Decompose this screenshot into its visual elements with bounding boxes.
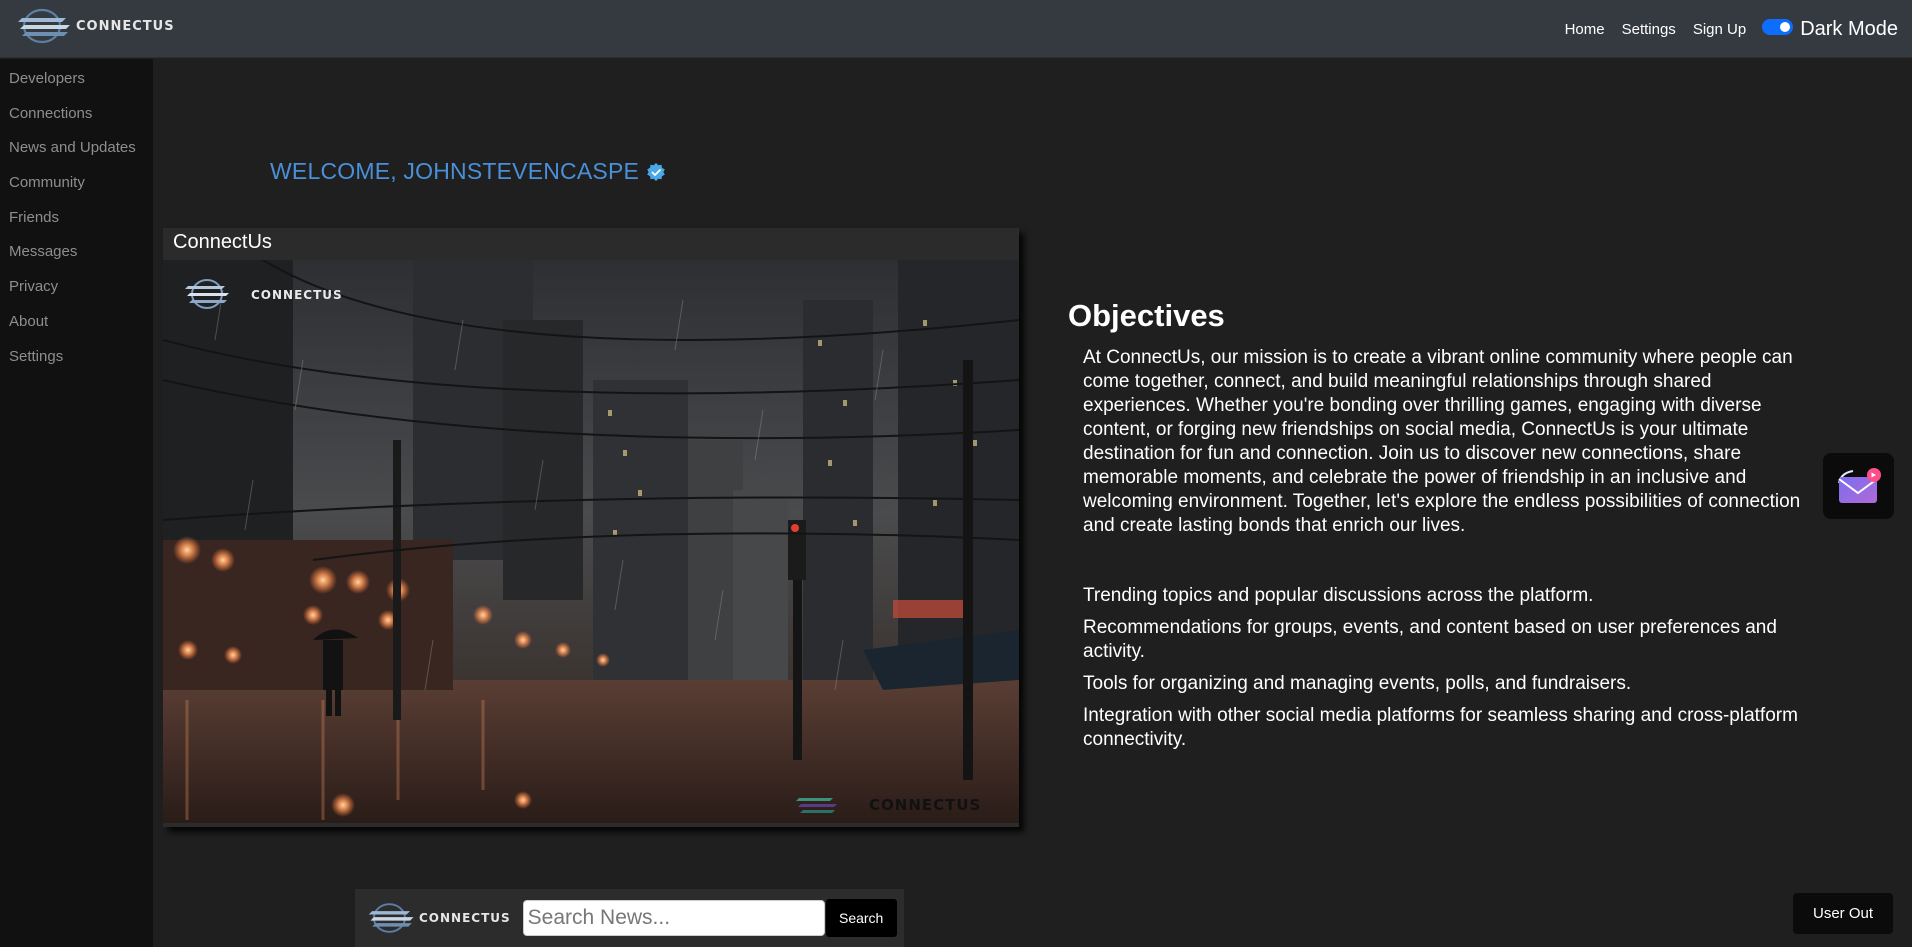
nav-signup-link[interactable]: Sign Up [1693, 21, 1746, 38]
featured-card: ConnectUs CONNECTUS CONNECTUS [163, 228, 1019, 827]
list-item: Trending topics and popular discussions … [1083, 585, 1594, 606]
image-logo-text: CONNECTUS [251, 288, 343, 302]
search-button[interactable]: Search [825, 899, 897, 937]
sidebar-item-messages[interactable]: Messages [0, 232, 153, 267]
list-item: Tools for organizing and managing events… [1083, 673, 1632, 694]
dark-mode-toggle[interactable] [1762, 18, 1794, 35]
sidebar-item-privacy[interactable]: Privacy [0, 267, 153, 302]
connectus-logo-icon [368, 903, 414, 933]
user-out-button[interactable]: User Out [1793, 893, 1893, 934]
search-news-input[interactable] [522, 900, 825, 936]
sidebar: Developers Connections News and Updates … [0, 59, 153, 947]
welcome-text: WELCOME, JOHNSTEVENCASPE [270, 158, 640, 184]
nav-settings-link[interactable]: Settings [1622, 21, 1676, 38]
sidebar-item-friends[interactable]: Friends [0, 198, 153, 233]
sidebar-item-connections[interactable]: Connections [0, 94, 153, 129]
news-search-bar: CONNECTUS Search [355, 889, 904, 947]
mail-icon [1837, 468, 1881, 503]
welcome-heading: WELCOME, JOHNSTEVENCASPE [270, 158, 666, 185]
rainy-city-illustration: CONNECTUS CONNECTUS [163, 260, 1019, 823]
objectives-title: Objectives [1068, 298, 1225, 333]
top-nav-links: Home Settings Sign Up Dark Mode [1548, 0, 1898, 58]
connectus-logo-icon [18, 8, 70, 44]
sidebar-item-news-and-updates[interactable]: News and Updates [0, 128, 153, 163]
floating-mail-button[interactable] [1823, 453, 1894, 519]
objectives-text: At ConnectUs, our mission is to create a… [1083, 347, 1801, 536]
search-brand-name: CONNECTUS [419, 911, 511, 925]
verified-badge-icon [647, 162, 665, 181]
list-item: Recommendations for groups, events, and … [1083, 617, 1777, 662]
image-watermark-text: CONNECTUS [869, 796, 981, 814]
card-title: ConnectUs [163, 228, 1019, 260]
sidebar-item-community[interactable]: Community [0, 163, 153, 198]
dark-mode-label: Dark Mode [1800, 17, 1898, 40]
sidebar-item-settings[interactable]: Settings [0, 337, 153, 372]
sidebar-item-developers[interactable]: Developers [0, 59, 153, 94]
features-list: Trending topics and popular discussions … [1083, 584, 1823, 760]
sidebar-item-about[interactable]: About [0, 302, 153, 337]
brand-name: CONNECTUS [76, 18, 175, 34]
list-item: Integration with other social media plat… [1083, 705, 1798, 750]
top-navbar: CONNECTUS Home Settings Sign Up Dark Mod… [0, 0, 1912, 58]
search-brand-logo: CONNECTUS [367, 900, 511, 936]
brand-logo[interactable]: CONNECTUS [16, 6, 175, 46]
nav-home-link[interactable]: Home [1565, 21, 1605, 38]
